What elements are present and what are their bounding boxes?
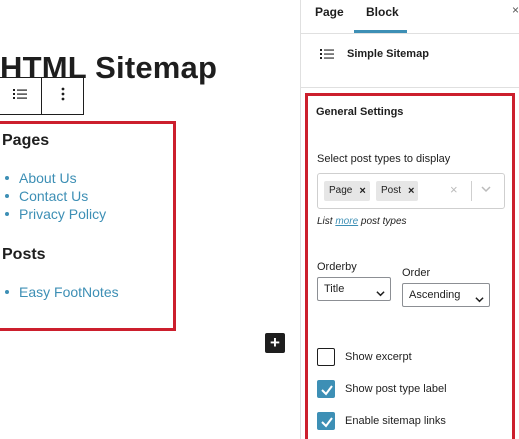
vertical-ellipsis-icon: [61, 87, 65, 106]
block-type-button[interactable]: [0, 78, 41, 114]
checkmark-icon: [321, 385, 333, 396]
block-toolbar: [0, 77, 84, 115]
chevron-down-icon: [376, 284, 385, 306]
chip-label: Post: [381, 185, 402, 196]
close-icon[interactable]: ×: [512, 3, 519, 17]
active-tab-indicator: [354, 30, 407, 33]
checkbox-label: Show excerpt: [345, 351, 412, 363]
sitemap-link[interactable]: Easy FootNotes: [5, 283, 119, 301]
settings-sidebar: Page Block × Simple Sitemap General Sett…: [300, 0, 519, 439]
remove-chip-icon[interactable]: ×: [359, 181, 365, 201]
list-icon: [320, 47, 334, 65]
helper-suffix: post types: [358, 216, 407, 227]
sitemap-heading-pages: Pages: [2, 132, 50, 149]
order-label: Order: [402, 267, 431, 279]
order-select[interactable]: Ascending: [402, 283, 490, 307]
separator: [471, 181, 472, 201]
more-options-button[interactable]: [41, 78, 83, 114]
panel-title[interactable]: General Settings: [316, 106, 403, 118]
show-excerpt-checkbox[interactable]: [317, 348, 335, 366]
sitemap-block[interactable]: Pages About Us Contact Us Privacy Policy…: [0, 121, 176, 331]
editor-canvas: HTML Sitemap Pages About Us Contact Us P…: [0, 0, 300, 439]
sitemap-list-posts: Easy FootNotes: [5, 283, 119, 301]
sitemap-list-pages: About Us Contact Us Privacy Policy: [4, 169, 106, 223]
chip-label: Page: [329, 185, 353, 196]
sitemap-heading-posts: Posts: [2, 246, 46, 263]
remove-chip-icon[interactable]: ×: [408, 181, 414, 201]
block-card: Simple Sitemap: [301, 34, 519, 88]
sitemap-link[interactable]: Contact Us: [4, 187, 106, 205]
orderby-select[interactable]: Title: [317, 277, 391, 301]
show-post-type-label-checkbox[interactable]: [317, 380, 335, 398]
chevron-down-icon[interactable]: [480, 182, 492, 200]
post-types-multiselect[interactable]: Page × Post × ×: [317, 173, 505, 209]
general-settings-panel: General Settings ‹ Select post types to …: [305, 93, 515, 439]
post-types-label: Select post types to display: [317, 153, 451, 165]
tab-block[interactable]: Block: [366, 5, 399, 19]
checkbox-label: Enable sitemap links: [345, 415, 446, 427]
enable-sitemap-links-checkbox[interactable]: [317, 412, 335, 430]
checkmark-icon: [321, 417, 333, 428]
chip-post: Post ×: [376, 181, 419, 201]
orderby-value: Title: [324, 283, 345, 295]
sidebar-tabs: Page Block ×: [301, 0, 519, 34]
sitemap-link[interactable]: About Us: [4, 169, 106, 187]
order-value: Ascending: [409, 289, 461, 301]
chip-page: Page ×: [324, 181, 370, 201]
chevron-down-icon: [475, 290, 484, 312]
sitemap-link[interactable]: Privacy Policy: [4, 205, 106, 223]
tab-page[interactable]: Page: [315, 5, 344, 19]
block-card-title: Simple Sitemap: [347, 48, 429, 60]
block-inserter-button[interactable]: +: [265, 333, 285, 353]
orderby-label: Orderby: [317, 261, 357, 273]
more-post-types-link[interactable]: more: [335, 216, 358, 227]
checkbox-label: Show post type label: [345, 383, 447, 395]
clear-icon[interactable]: ×: [450, 182, 458, 197]
list-icon: [12, 87, 28, 106]
more-post-types-helper: List more post types: [317, 216, 407, 227]
helper-prefix: List: [317, 216, 336, 227]
